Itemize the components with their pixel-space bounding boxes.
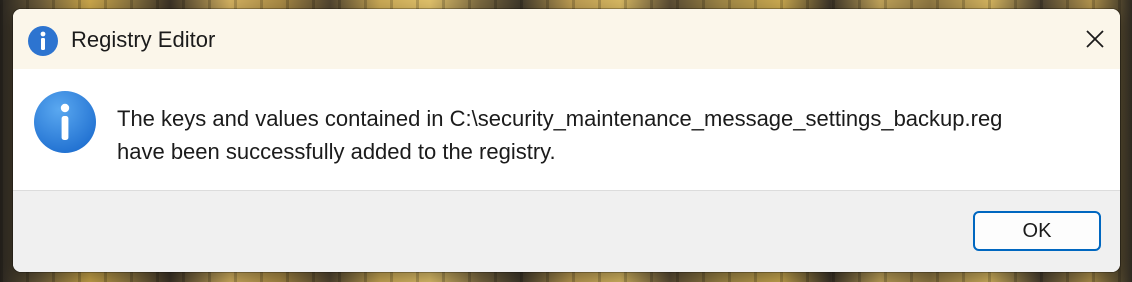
ok-button[interactable]: OK xyxy=(973,211,1101,251)
window-title: Registry Editor xyxy=(71,27,216,52)
close-button[interactable] xyxy=(1070,9,1120,69)
title-bar[interactable]: Registry Editor xyxy=(13,9,1120,69)
info-icon xyxy=(33,90,97,154)
info-icon xyxy=(27,25,59,57)
message-dialog: Registry Editor The keys and values cont… xyxy=(13,9,1120,272)
message-line-2: have been successfully added to the regi… xyxy=(117,139,556,164)
message-text: The keys and values contained in C:\secu… xyxy=(117,102,1097,168)
message-line-1: The keys and values contained in C:\secu… xyxy=(117,106,1003,131)
button-bar: OK xyxy=(13,190,1120,272)
message-area: The keys and values contained in C:\secu… xyxy=(13,69,1120,190)
close-icon xyxy=(1086,30,1104,48)
